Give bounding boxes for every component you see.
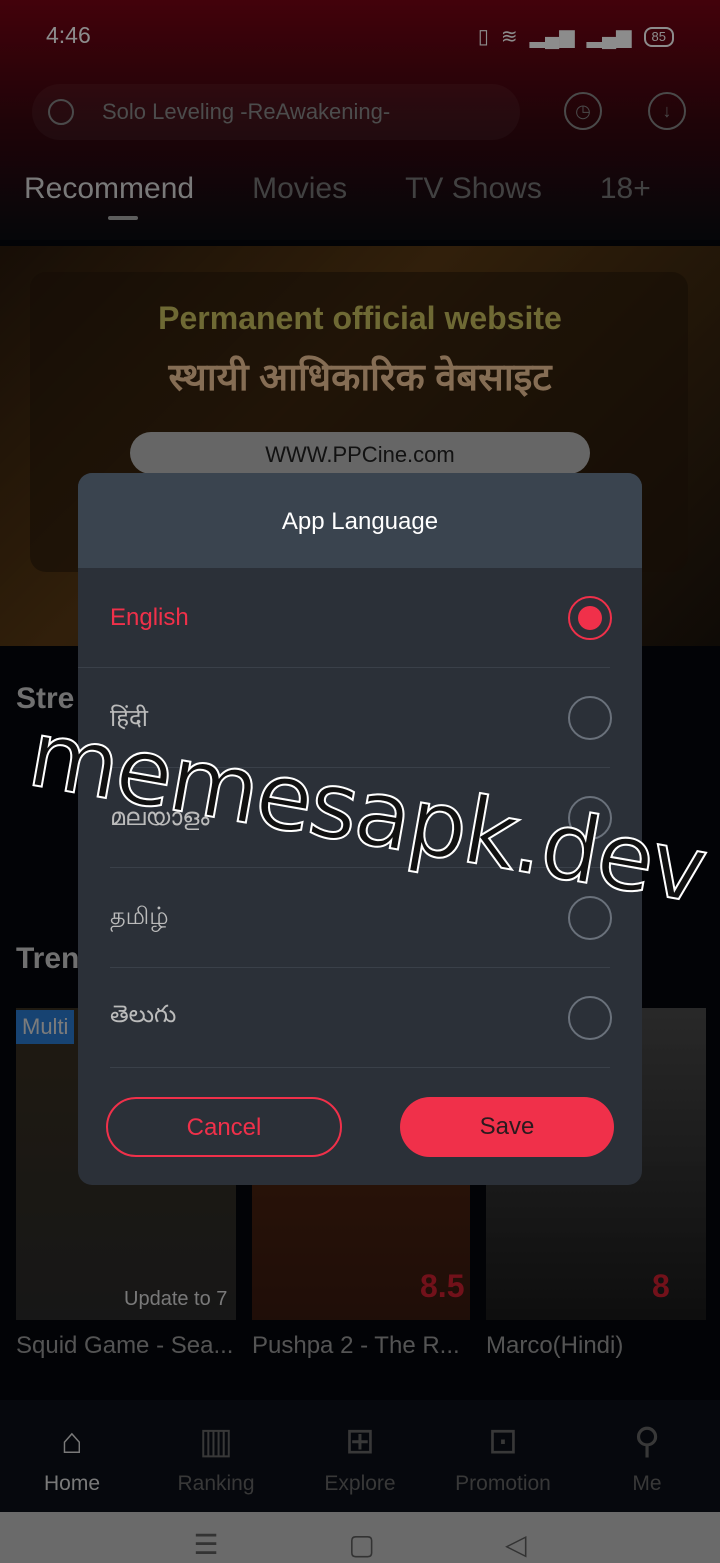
back-icon[interactable]: ◁	[505, 1528, 527, 1561]
home-square-icon[interactable]: ▢	[349, 1528, 375, 1561]
system-nav-bar: ☰ ▢ ◁	[0, 1512, 720, 1563]
save-button[interactable]: Save	[400, 1097, 614, 1157]
radio[interactable]	[568, 695, 612, 740]
radio-selected[interactable]	[568, 595, 612, 640]
option-label: English	[110, 603, 189, 631]
menu-icon[interactable]: ☰	[193, 1528, 218, 1561]
language-option-english[interactable]: English	[78, 568, 612, 668]
language-option-telugu[interactable]: తెలుగు	[110, 968, 612, 1068]
cancel-button[interactable]: Cancel	[106, 1097, 342, 1157]
radio[interactable]	[568, 995, 612, 1040]
option-label: తెలుగు	[110, 1001, 177, 1028]
option-label: தமிழ்	[110, 902, 169, 930]
dialog-title: App Language	[78, 473, 642, 568]
